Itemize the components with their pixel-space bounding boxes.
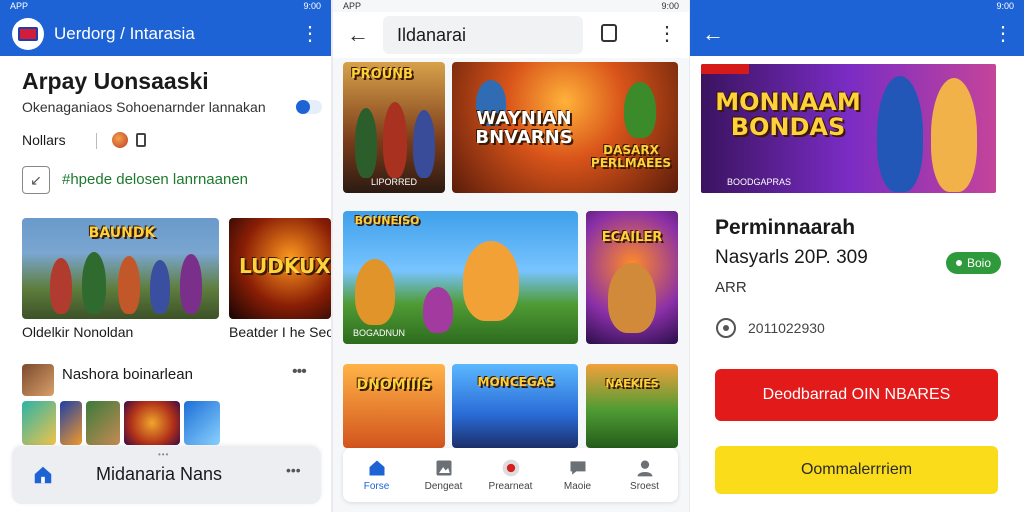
tile-title: ECAILER — [601, 230, 663, 245]
share-icon[interactable]: ↙ — [22, 166, 50, 194]
gallery-icon — [436, 460, 451, 476]
game-card-art-2[interactable]: LUDKUX — [229, 218, 331, 319]
more-vert-icon[interactable]: ⋮ — [657, 24, 677, 44]
phone-screen-search: APP 9:00 ← Ildanarai ⋮ PROUNB LIPORRED W… — [333, 0, 689, 512]
status-app-label: APP — [343, 1, 362, 11]
home-icon[interactable] — [32, 464, 54, 486]
more-vert-icon[interactable]: ⋮ — [993, 24, 1013, 44]
nav-label: Prearneat — [488, 481, 533, 492]
game-tile-2[interactable]: WAYNIAN BNVARNS DASARX PERLMAEES — [452, 62, 678, 193]
status-bar: APP 9:00 — [333, 0, 689, 12]
tile-title: PROUNB — [351, 67, 413, 82]
stat-label: Nollars — [22, 132, 66, 148]
app-name: Arpay Uonsaaski — [22, 68, 209, 94]
profile-icon — [637, 460, 652, 477]
tile-title: WAYNIAN BNVARNS — [475, 108, 573, 148]
mini-game-1[interactable] — [22, 401, 56, 445]
phone-screen-game-detail: ← ⋮ 9:00 MONNAAM BONDAS BOODGAPRAS Permi… — [690, 0, 1024, 512]
status-bar: APP 9:00 — [0, 0, 331, 12]
tile-title: MONCEGAS — [477, 375, 555, 389]
divider — [96, 133, 97, 149]
nav-label: Forse — [363, 481, 390, 492]
tile-title: DNOMIIIS — [356, 377, 432, 393]
status-bar: 9:00 — [690, 0, 1024, 12]
more-vert-icon[interactable]: ⋮ — [300, 24, 320, 44]
file-icon — [136, 133, 146, 147]
banner-caption: BOODGAPRAS — [727, 177, 792, 187]
back-arrow-icon[interactable]: ← — [333, 22, 383, 48]
apple-icon — [112, 132, 128, 148]
nav-label: Maoie — [563, 481, 592, 492]
card-art-title: BAUNDK — [88, 225, 156, 241]
nav-profile[interactable]: Sroest — [615, 458, 675, 492]
game-card-art-1[interactable]: BAUNDK — [22, 218, 219, 319]
search-input[interactable]: Ildanarai — [383, 16, 583, 54]
nav-label: Dengeat — [424, 481, 463, 492]
bottom-sheet-label: Midanaria Nans — [96, 464, 223, 484]
section-title: Nashora boinarlean — [62, 366, 193, 383]
tile-title: NAEKIES — [605, 377, 659, 390]
back-arrow-icon[interactable]: ← — [702, 21, 993, 47]
price-line: Nasyarls 20P. 309 — [715, 247, 868, 268]
sub-line: ARR — [715, 279, 747, 296]
secondary-button[interactable]: Oommalerrriem — [715, 446, 998, 494]
game-tile-5[interactable]: DNOMIIIS — [343, 364, 445, 448]
more-horiz-icon[interactable]: ••• — [286, 462, 301, 478]
phone-screen-app-detail: Uerdorg / Intarasia ⋮ APP 9:00 Arpay Uon… — [0, 0, 331, 512]
clock-icon — [716, 318, 736, 338]
mini-game-2[interactable] — [60, 401, 82, 445]
nav-gallery[interactable]: Dengeat — [414, 458, 474, 492]
nav-record[interactable]: Prearneat — [481, 458, 541, 492]
game-tile-1[interactable]: PROUNB LIPORRED — [343, 62, 445, 193]
hero-banner[interactable]: MONNAAM BONDAS BOODGAPRAS — [701, 64, 996, 193]
more-horiz-icon[interactable]: ••• — [292, 364, 307, 380]
section-avatar — [22, 364, 54, 396]
tile-caption: LIPORRED — [370, 177, 417, 187]
game-tile-7[interactable]: NAEKIES — [586, 364, 678, 448]
bottom-nav: Forse Dengeat Prearneat Maoie Sroest — [343, 448, 678, 502]
search-value: Ildanarai — [397, 24, 467, 45]
nav-home[interactable]: Forse — [347, 458, 407, 492]
drag-handle[interactable]: ••• — [158, 450, 169, 459]
info-value: 2011022930 — [748, 320, 825, 336]
chat-icon — [570, 461, 585, 475]
nav-chat[interactable]: Maoie — [548, 458, 608, 492]
status-badge: Boio — [946, 252, 1002, 274]
status-time: 9:00 — [661, 1, 679, 11]
banner-title: MONNAAM BONDAS — [715, 88, 861, 142]
nav-label: Sroest — [630, 481, 659, 492]
primary-button[interactable]: Deodbarrad OIN NBARES — [715, 369, 998, 421]
game-title: Perminnaarah — [715, 216, 856, 239]
game-tile-4[interactable]: ECAILER — [586, 211, 678, 344]
status-time: 9:00 — [996, 1, 1014, 11]
tile-caption: DASARX PERLMAEES — [590, 143, 672, 170]
mini-game-3[interactable] — [86, 401, 120, 445]
bottom-sheet[interactable]: ••• Midanaria Nans ••• — [12, 446, 321, 504]
home-icon — [369, 460, 384, 476]
header-title: Uerdorg / Intarasia — [54, 24, 195, 43]
game-tile-6[interactable]: MONCEGAS — [452, 364, 578, 448]
bookmark-icon[interactable] — [601, 24, 617, 42]
record-icon — [502, 459, 519, 477]
game-tile-3[interactable]: BOUNEISO BOGADNUN — [343, 211, 578, 344]
toggle-icon[interactable] — [296, 100, 322, 114]
mini-game-row — [22, 401, 222, 445]
app-subtitle: Okenaganiaos Sohoenarnder lannakan — [22, 99, 266, 115]
card-art-title: LUDKUX — [239, 254, 331, 278]
tile-title: BOUNEISO — [354, 214, 420, 227]
mini-game-4[interactable] — [124, 401, 180, 445]
status-app-label: APP — [10, 1, 29, 11]
card-caption-1: Oldelkir Nonoldan — [22, 324, 134, 340]
tile-caption: BOGADNUN — [353, 328, 406, 338]
status-time: 9:00 — [303, 1, 321, 11]
badge-label: Boio — [967, 256, 992, 270]
mini-game-5[interactable] — [184, 401, 220, 445]
search-bar: ← Ildanarai ⋮ — [333, 12, 689, 58]
app-logo[interactable] — [12, 18, 44, 50]
card-caption-2: Beatder I he Seoft — [229, 324, 331, 340]
feature-text[interactable]: #hpede delosen lanrnaanen — [62, 171, 248, 188]
